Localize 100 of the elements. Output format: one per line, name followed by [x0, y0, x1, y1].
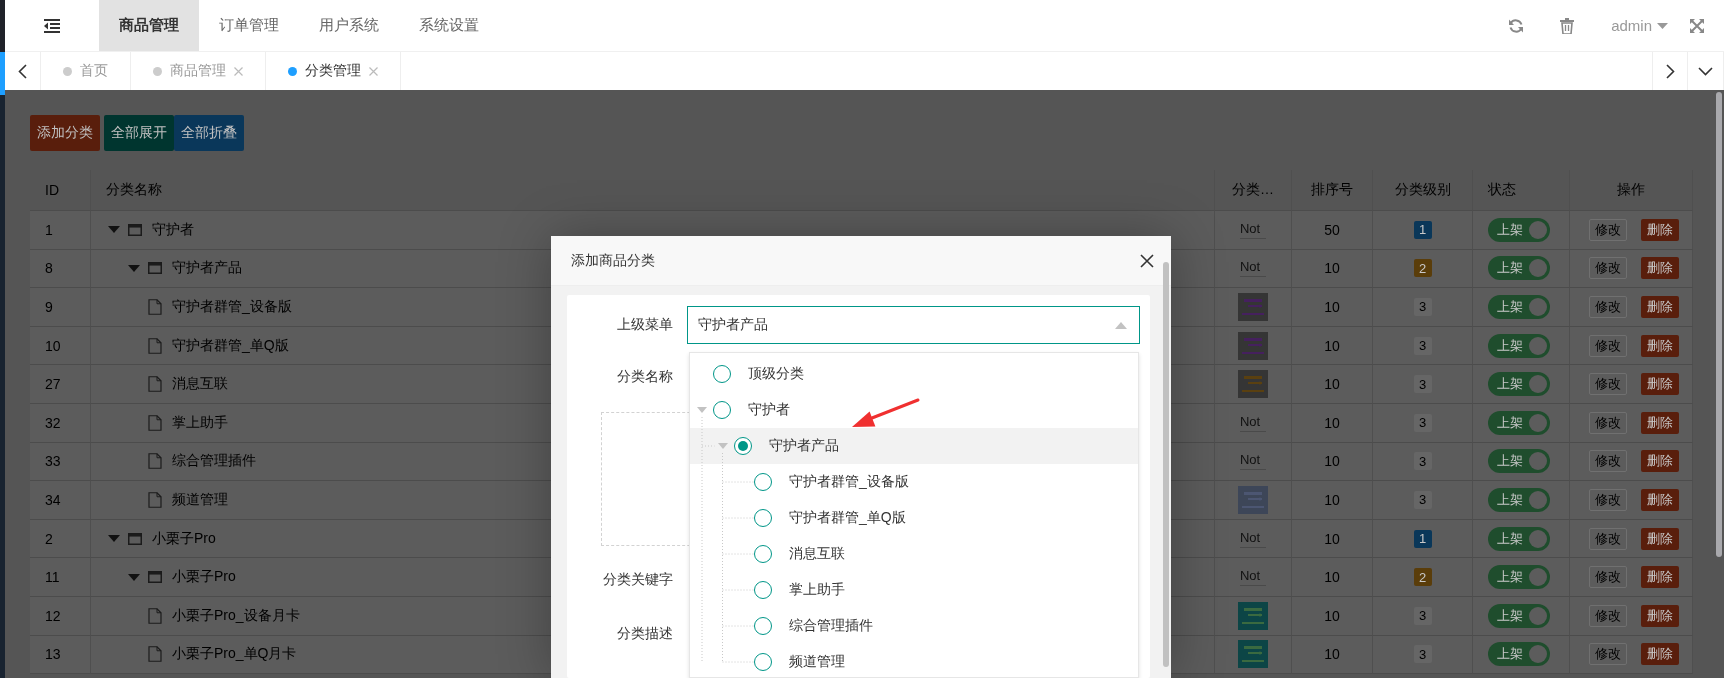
file-icon [148, 376, 162, 393]
refresh-icon[interactable] [1508, 17, 1525, 34]
scroll-right-button[interactable] [1652, 52, 1688, 90]
radio-button[interactable] [754, 473, 772, 491]
delete-button[interactable]: 删除 [1641, 488, 1679, 511]
table-cell: 10 [1292, 596, 1373, 636]
status-switch[interactable]: 上架 [1488, 295, 1550, 319]
nav-item[interactable]: 系统设置 [399, 0, 499, 51]
file-icon [148, 414, 162, 431]
caret-icon[interactable] [128, 573, 140, 581]
table-cell: 12 [30, 596, 91, 636]
file-icon [148, 607, 162, 624]
field-label: 分类描述 [616, 625, 674, 643]
category-name: 守护者群管_单Q版 [172, 336, 289, 355]
option-label: 掌上助手 [789, 581, 845, 599]
radio-button[interactable] [754, 545, 772, 563]
close-icon[interactable] [1140, 253, 1154, 268]
option-label: 消息互联 [789, 545, 845, 563]
column-header: 状态 [1473, 170, 1570, 211]
status-switch[interactable]: 上架 [1488, 372, 1550, 397]
chevron-right-icon [1665, 63, 1675, 79]
delete-button[interactable]: 删除 [1641, 296, 1679, 318]
delete-button[interactable]: 删除 [1641, 218, 1679, 241]
status-switch[interactable]: 上架 [1488, 333, 1550, 358]
radio-button[interactable] [713, 401, 731, 419]
delete-button[interactable]: 删除 [1641, 527, 1679, 550]
scrollbar[interactable] [1163, 262, 1169, 667]
table-cell: 9 [30, 288, 91, 327]
column-header: 排序号 [1292, 170, 1373, 211]
tree-option[interactable]: 守护者群管_设备版 [690, 464, 1138, 500]
select-value: 守护者产品 [698, 316, 769, 334]
caret-icon[interactable] [697, 407, 707, 413]
file-icon [148, 491, 162, 508]
delete-button[interactable]: 删除 [1641, 450, 1679, 473]
table-cell: 34 [30, 481, 91, 520]
nav-item[interactable]: 用户系统 [299, 0, 399, 51]
tree-option[interactable]: 守护者群管_单Q版 [690, 500, 1138, 536]
status-switch[interactable]: 上架 [1488, 410, 1550, 435]
radio-button[interactable] [733, 437, 752, 455]
tree-option[interactable]: 守护者产品 [690, 428, 1138, 464]
status-switch[interactable]: 上架 [1488, 526, 1550, 551]
menu-icon[interactable] [44, 18, 60, 33]
toolbar-button[interactable]: 全部展开 [104, 115, 174, 151]
image-alt-text: Not [1239, 568, 1267, 587]
status-switch[interactable]: 上架 [1488, 603, 1550, 628]
nav-item[interactable]: 商品管理 [99, 0, 199, 51]
tree-option[interactable]: 频道管理 [690, 644, 1138, 677]
delete-button[interactable]: 删除 [1641, 373, 1679, 396]
tree-option[interactable]: 综合管理插件 [690, 608, 1138, 644]
trash-icon[interactable] [1560, 17, 1575, 34]
level-badge: 3 [1413, 645, 1432, 664]
category-name: 守护者产品 [172, 259, 242, 278]
delete-button[interactable]: 删除 [1641, 334, 1679, 357]
table-cell: 10 [1292, 635, 1373, 675]
tree-option[interactable]: 顶级分类 [690, 356, 1138, 392]
status-switch[interactable]: 上架 [1488, 449, 1550, 474]
toolbar-button[interactable]: 全部折叠 [174, 115, 244, 151]
table-cell: 10 [1292, 365, 1373, 404]
folder-icon [148, 571, 162, 584]
table-cell: 10 [1292, 288, 1373, 327]
scrollbar[interactable] [1716, 92, 1722, 557]
column-header: 分类级别 [1373, 170, 1473, 211]
fullscreen-icon[interactable] [1690, 18, 1704, 33]
radio-button[interactable] [754, 617, 772, 635]
dot-icon [63, 66, 72, 76]
delete-button[interactable]: 删除 [1641, 643, 1679, 666]
status-switch[interactable]: 上架 [1488, 565, 1550, 590]
delete-button[interactable]: 删除 [1641, 566, 1679, 589]
column-header: 操作 [1570, 170, 1693, 211]
status-switch[interactable]: 上架 [1488, 217, 1550, 242]
radio-button[interactable] [754, 653, 772, 671]
radio-button[interactable] [713, 365, 731, 383]
delete-button[interactable]: 删除 [1641, 257, 1679, 280]
tree-option[interactable]: 消息互联 [690, 536, 1138, 572]
option-label: 频道管理 [789, 653, 845, 671]
status-switch[interactable]: 上架 [1488, 487, 1550, 512]
tree-option[interactable]: 掌上助手 [690, 572, 1138, 608]
radio-button[interactable] [754, 509, 772, 527]
category-name: 小栗子Pro [172, 568, 236, 587]
caret-icon[interactable] [108, 535, 120, 543]
level-badge: 3 [1413, 452, 1432, 471]
table-cell: 10 [1292, 519, 1373, 559]
delete-button[interactable]: 删除 [1641, 411, 1679, 434]
nav-item[interactable]: 订单管理 [199, 0, 299, 51]
delete-button[interactable]: 删除 [1641, 604, 1679, 627]
category-name: 小栗子Pro_设备月卡 [172, 606, 300, 625]
file-icon [148, 646, 162, 663]
status-switch[interactable]: 上架 [1488, 256, 1550, 281]
table-cell: 2 [30, 519, 91, 559]
status-switch[interactable]: 上架 [1488, 642, 1550, 667]
toolbar-button[interactable]: 添加分类 [30, 115, 100, 151]
dot-icon [153, 66, 162, 76]
tree-option[interactable]: 守护者 [690, 392, 1138, 428]
caret-icon[interactable] [128, 264, 140, 272]
arrow [852, 398, 920, 427]
parent-select[interactable]: 守护者产品 [687, 306, 1140, 344]
caret-icon[interactable] [108, 226, 120, 234]
radio-button[interactable] [754, 581, 772, 599]
table-cell: 1 [30, 211, 91, 250]
table-cell: 13 [30, 635, 91, 675]
